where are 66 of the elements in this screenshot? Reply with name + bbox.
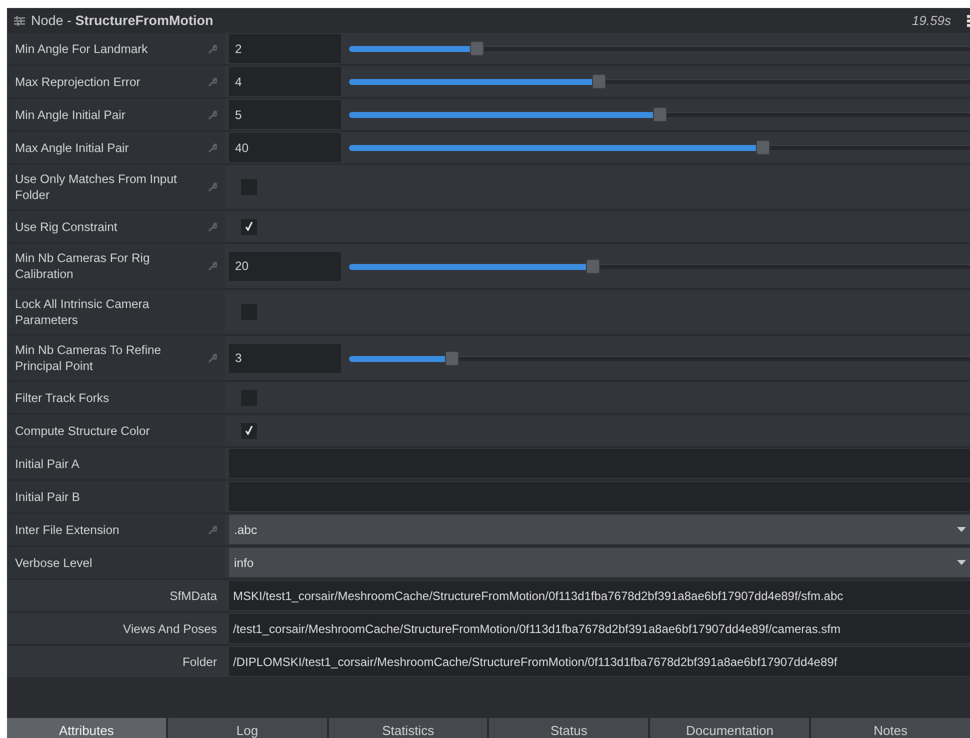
node-title: Node - StructureFromMotion (31, 13, 214, 28)
attribute-label: Min Nb Cameras To Refine Principal Point (15, 342, 162, 374)
checkbox[interactable] (241, 218, 257, 234)
wrench-icon[interactable] (207, 76, 217, 86)
caret-icon (957, 527, 966, 532)
wrench-icon[interactable] (207, 44, 217, 54)
attribute-label: Initial Pair A (15, 456, 80, 472)
number-field[interactable]: 4 (229, 67, 341, 96)
compute-time: 19.59s (912, 13, 951, 28)
slider-handle[interactable] (586, 258, 600, 274)
slider-handle[interactable] (470, 41, 484, 56)
tab[interactable]: Documentation (650, 718, 810, 738)
attribute-label: Max Reprojection Error (15, 74, 142, 90)
attribute-label: SfMData (170, 588, 217, 604)
wrench-icon[interactable] (207, 222, 217, 232)
attribute-label: Views And Poses (123, 620, 217, 636)
attribute-label: Folder (182, 654, 217, 670)
attribute-label: Lock All Intrinsic Camera Parameters (15, 296, 150, 328)
path-field[interactable]: /DIPLOMSKI/test1_corsair/MeshroomCache/StructureFromMotion/0f113d1fba7678d2bf391a8ae6bf17907dd4e89f (229, 647, 970, 676)
tab[interactable]: Notes (811, 718, 970, 738)
attribute-label: Filter Track Forks (15, 390, 110, 406)
tab[interactable]: Attributes (7, 718, 166, 738)
number-field[interactable]: 20 (229, 252, 341, 280)
attribute-label: Compute Structure Color (15, 422, 151, 438)
menu-icon[interactable] (967, 14, 970, 26)
slider-track[interactable] (349, 140, 970, 155)
attribute-label: Min Nb Cameras For Rig Calibration (15, 250, 151, 282)
wrench-icon[interactable] (207, 261, 217, 271)
path-field[interactable]: MSKI/test1_corsair/MeshroomCache/StructureFromMotion/0f113d1fba7678d2bf391a8ae6bf17907dd4e89f/sfm.abc (229, 581, 970, 610)
slider-handle[interactable] (756, 140, 770, 155)
dropdown[interactable]: info (229, 548, 970, 577)
wrench-icon[interactable] (207, 182, 217, 192)
attribute-label: Use Only Matches From Input Folder (15, 171, 178, 203)
slider-handle[interactable] (652, 107, 666, 122)
number-field[interactable]: 5 (229, 100, 341, 129)
slider-track[interactable] (349, 41, 970, 56)
slider-track[interactable] (349, 350, 970, 366)
number-field[interactable]: 3 (229, 344, 341, 372)
settings-icon (14, 16, 25, 26)
number-field[interactable]: 40 (229, 133, 341, 162)
tab[interactable]: Status (489, 718, 648, 738)
slider-handle[interactable] (445, 350, 460, 366)
attribute-label: Max Angle Initial Pair (15, 140, 130, 156)
attribute-label: Inter File Extension (15, 522, 120, 538)
dropdown[interactable]: .abc (229, 515, 970, 544)
slider-track[interactable] (349, 107, 970, 122)
check-icon (245, 222, 253, 231)
wrench-icon[interactable] (207, 353, 217, 363)
attribute-label: Use Rig Constraint (15, 218, 118, 234)
path-field[interactable]: /test1_corsair/MeshroomCache/StructureFromMotion/0f113d1fba7678d2bf391a8ae6bf17907dd4e89f/cameras.sfm (229, 614, 970, 643)
wrench-icon[interactable] (207, 142, 217, 152)
attribute-label: Verbose Level (15, 554, 94, 570)
slider-handle[interactable] (592, 74, 606, 89)
wrench-icon[interactable] (207, 110, 217, 120)
tab[interactable]: Statistics (328, 718, 488, 738)
tab[interactable]: Log (168, 718, 327, 738)
checkbox[interactable] (241, 422, 257, 438)
slider-track[interactable] (349, 258, 970, 274)
attribute-label: Min Angle For Landmark (15, 40, 149, 56)
number-field[interactable]: 2 (229, 34, 341, 63)
wrench-icon[interactable] (207, 524, 217, 534)
attribute-label: Min Angle Initial Pair (15, 106, 126, 122)
check-icon (245, 426, 253, 435)
caret-icon (957, 560, 966, 565)
slider-track[interactable] (349, 74, 970, 89)
attribute-label: Initial Pair B (15, 488, 82, 504)
